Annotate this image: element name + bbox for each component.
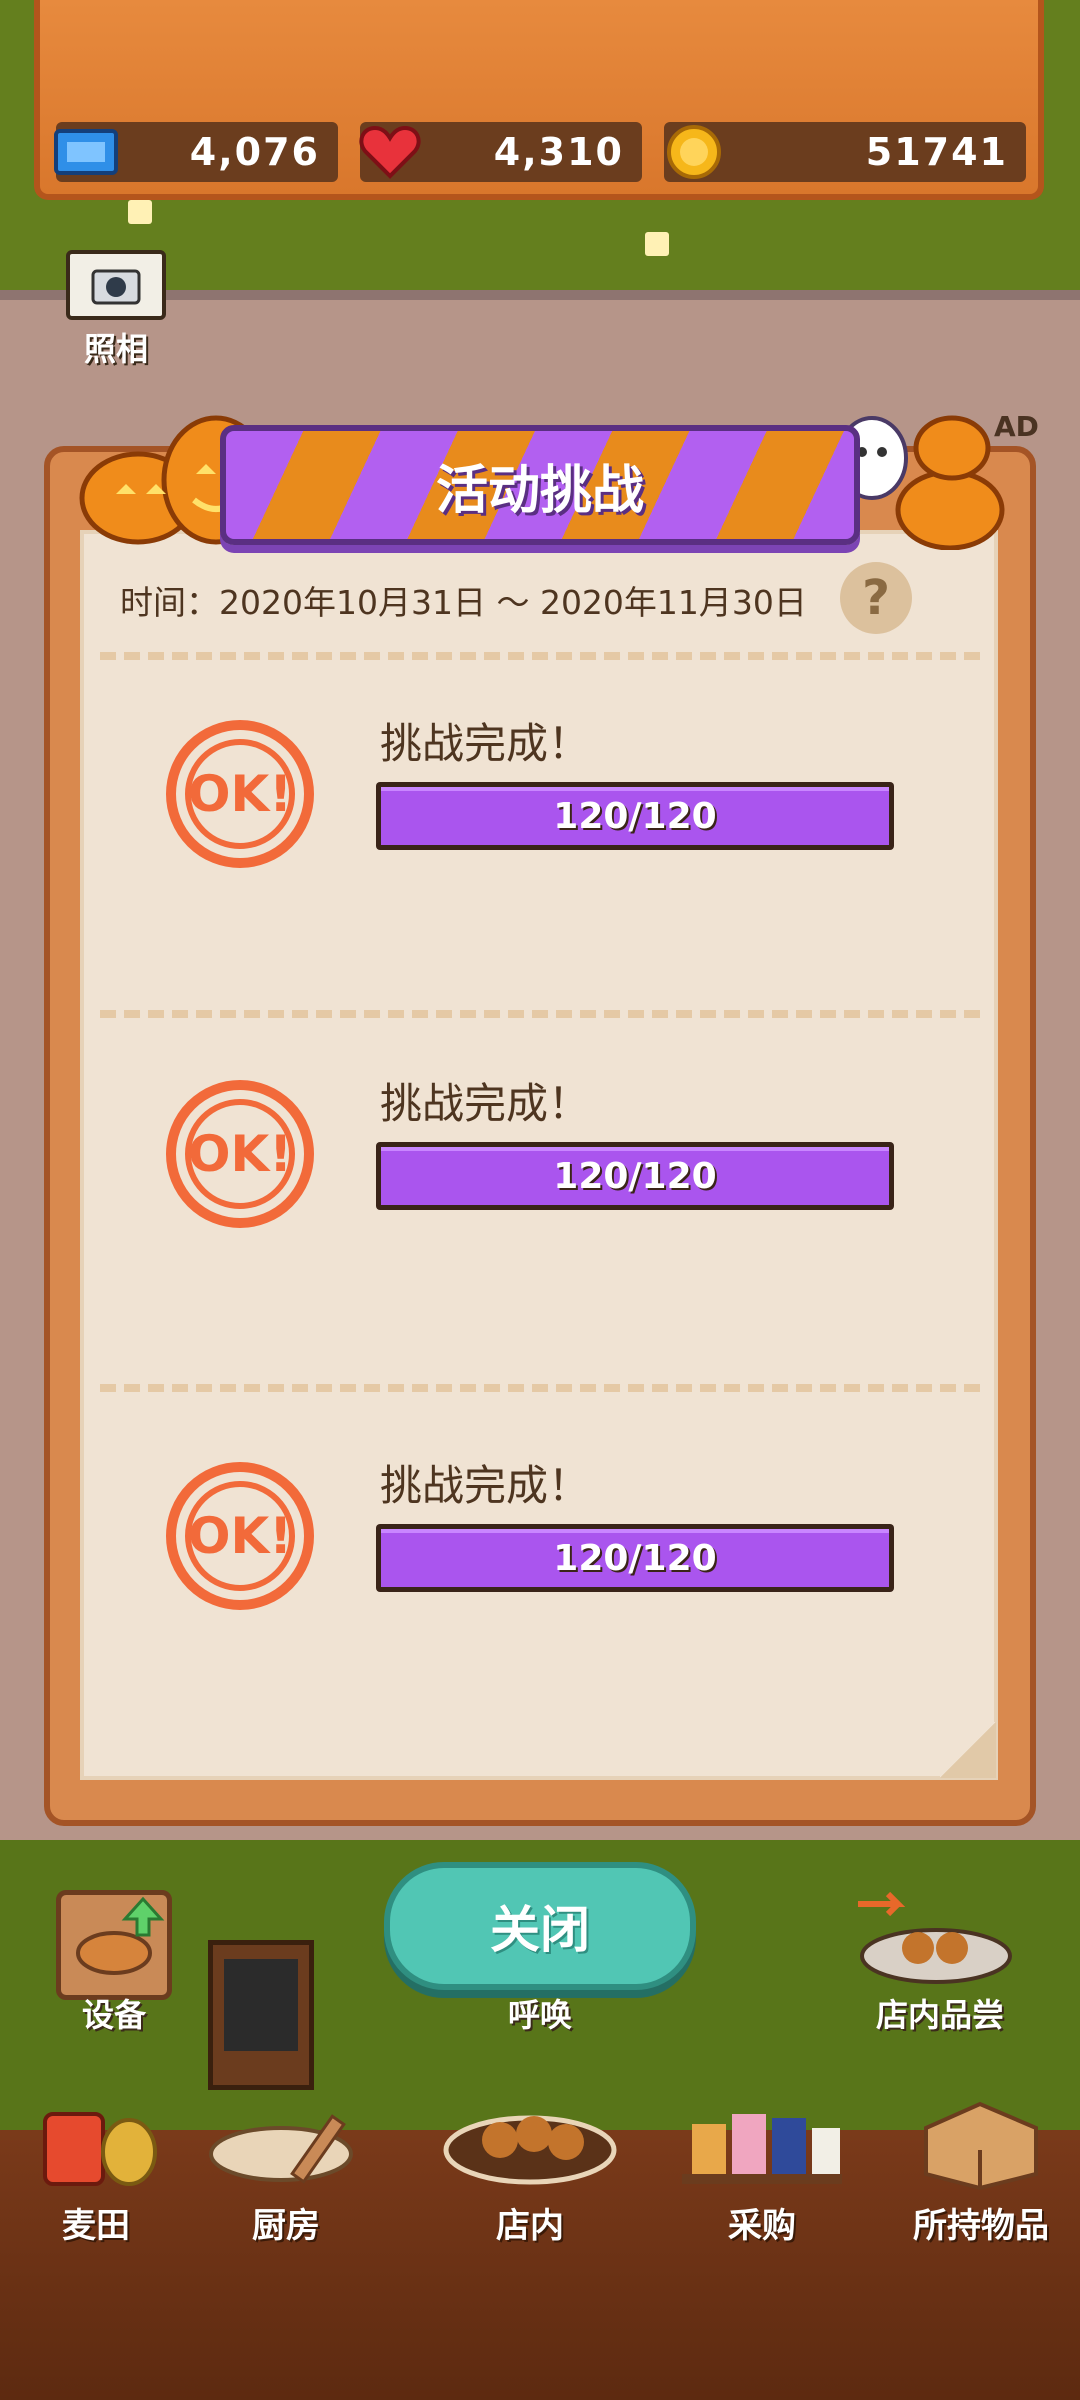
nav-item-shop[interactable]: 店内 xyxy=(440,2090,620,2247)
ticket-icon xyxy=(50,116,122,188)
progress-text: 120/120 xyxy=(553,795,717,837)
kitchen-icon xyxy=(196,2090,376,2190)
bread-basket-icon xyxy=(76,1896,165,1975)
challenge-item: OK! 挑战完成！ 120/120 xyxy=(80,1442,998,1682)
divider xyxy=(100,1010,980,1018)
challenge-item: OK! 挑战完成！ 120/120 xyxy=(80,1060,998,1300)
challenge-progress-bar: 120/120 xyxy=(376,1524,894,1592)
paper-fold-corner xyxy=(940,1722,996,1778)
shop-icon xyxy=(440,2090,620,2190)
divider xyxy=(100,1384,980,1392)
help-button[interactable]: ? xyxy=(840,562,912,634)
progress-text: 120/120 xyxy=(553,1155,717,1197)
ok-stamp-icon: OK! xyxy=(166,720,314,868)
ok-stamp-icon: OK! xyxy=(166,1080,314,1228)
challenge-status: 挑战完成！ xyxy=(380,719,591,768)
challenge-progress-bar: 120/120 xyxy=(376,782,894,850)
ok-stamp-text: OK! xyxy=(185,1099,295,1209)
camera-label: 照相 xyxy=(83,330,148,368)
ok-stamp-icon: OK! xyxy=(166,1462,314,1610)
close-button[interactable]: 关闭 xyxy=(384,1862,696,1990)
nav-item-purchase[interactable]: 采购 xyxy=(672,2090,852,2247)
event-title-banner: 活动挑战 xyxy=(220,425,860,545)
tickets-counter: 4,076 xyxy=(54,122,338,182)
nav-label: 厨房 xyxy=(252,2206,320,2246)
camera-icon xyxy=(66,250,166,320)
nav-item-wheat-field[interactable]: 麦田 xyxy=(6,2090,186,2247)
challenge-status: 挑战完成！ xyxy=(380,1079,591,1128)
progress-text: 120/120 xyxy=(553,1537,717,1579)
heart-icon xyxy=(354,116,426,188)
equipment-label: 设备 xyxy=(81,1996,146,2034)
flower-decoration xyxy=(128,200,152,224)
flower-decoration xyxy=(645,232,669,256)
inventory-icon xyxy=(886,2090,1076,2190)
ok-stamp-text: OK! xyxy=(185,739,295,849)
ok-stamp-text: OK! xyxy=(185,1481,295,1591)
tasting-icon[interactable] xyxy=(848,1890,1018,1990)
camera-button[interactable]: 照相 xyxy=(62,250,170,370)
nav-item-kitchen[interactable]: 厨房 xyxy=(196,2090,376,2247)
challenge-status: 挑战完成！ xyxy=(380,1461,591,1510)
hearts-value: 4,310 xyxy=(493,130,624,174)
divider xyxy=(100,652,980,660)
menu-board-icon[interactable] xyxy=(208,1940,314,2090)
purchase-icon xyxy=(672,2090,852,2190)
coins-value: 51741 xyxy=(865,130,1008,174)
tasting-label: 店内品尝 xyxy=(875,1996,1004,2034)
coins-counter: 51741 xyxy=(664,122,1026,182)
hearts-counter: 4,310 xyxy=(359,122,642,182)
nav-label: 采购 xyxy=(728,2206,796,2246)
equipment-button[interactable] xyxy=(56,1890,172,2000)
coin-icon xyxy=(658,116,730,188)
tickets-value: 4,076 xyxy=(189,130,320,174)
challenge-item: OK! 挑战完成！ 120/120 xyxy=(80,700,998,940)
challenge-progress-bar: 120/120 xyxy=(376,1142,894,1210)
event-title: 活动挑战 xyxy=(435,460,644,521)
nav-label: 店内 xyxy=(496,2206,564,2246)
event-date-range: 时间：2020年10月31日 ～ 2020年11月30日 xyxy=(120,583,807,622)
nav-item-inventory[interactable]: 所持物品 xyxy=(886,2090,1076,2247)
nav-label: 麦田 xyxy=(62,2206,130,2246)
wheat-field-icon xyxy=(6,2090,186,2190)
call-label[interactable]: 呼唤 xyxy=(480,1990,600,2036)
nav-label: 所持物品 xyxy=(913,2206,1049,2246)
